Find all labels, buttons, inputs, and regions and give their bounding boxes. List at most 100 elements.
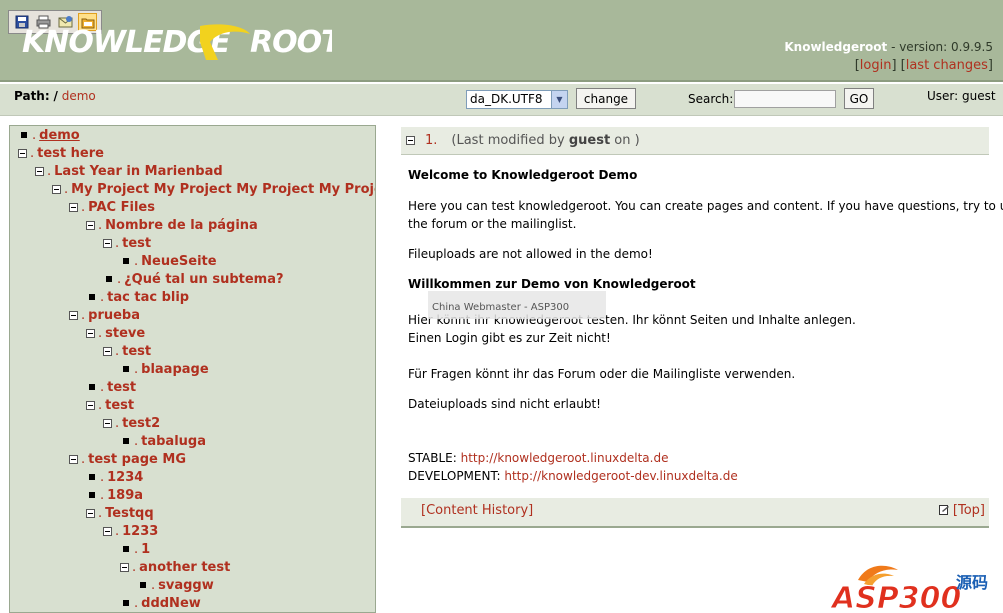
tree-item-label[interactable]: 1234 [107,470,143,485]
tree-item[interactable]: . another test [120,558,230,576]
content-history-link[interactable]: [Content History] [421,503,533,518]
tree-item-label[interactable]: another test [139,560,230,575]
stable-line: STABLE: http://knowledgeroot.linuxdelta.… [408,451,669,465]
stable-url-link[interactable]: http://knowledgeroot.linuxdelta.de [461,451,669,465]
collapse-icon[interactable] [103,526,112,536]
collapse-icon[interactable] [103,418,112,428]
version-text: - version: 0.9.9.5 [887,40,993,54]
tree-item[interactable]: . prueba [69,306,140,324]
tree-item-label[interactable]: Last Year in Marienbad [54,164,223,179]
collapse-icon[interactable] [69,202,78,212]
tree-item-label[interactable]: test [107,380,136,395]
collapse-icon[interactable] [86,220,95,230]
tree-item-label[interactable]: blaapage [141,362,209,377]
collapse-icon[interactable] [406,136,415,145]
auth-links: [login] [last changes] [854,58,993,73]
bullet-icon [120,366,131,372]
collapse-icon[interactable] [103,346,112,356]
bullet-icon [86,294,97,300]
tree-item[interactable]: . 1234 [86,468,143,486]
edit-icon[interactable] [938,505,950,516]
tree-item[interactable]: . test here [18,144,104,162]
german-text: Für Fragen könnt ihr das Forum oder die … [408,367,796,381]
tree-item[interactable]: . blaapage [120,360,209,378]
tree-item-label[interactable]: Nombre de la página [105,218,258,233]
tree-item[interactable]: . NeueSeite [120,252,217,270]
tree-item[interactable]: . ¿Qué tal un subtema? [103,270,284,288]
collapse-icon[interactable] [103,238,112,248]
tree-item[interactable]: . Testqq [86,504,154,522]
login-link[interactable]: login [860,58,892,73]
tree-item-label[interactable]: test [122,344,151,359]
welcome-text: Here you can test knowledgeroot. You can… [408,199,1003,213]
tree-item-label[interactable]: dddNew [141,596,201,611]
collapse-icon[interactable] [18,148,27,158]
tree-item[interactable]: . test [103,342,151,360]
collapse-icon[interactable] [69,310,78,320]
tree-item[interactable]: . PAC Files [69,198,155,216]
go-button[interactable]: GO [844,88,874,109]
welcome-heading: Welcome to Knowledgeroot Demo [408,168,638,182]
last-changes-link[interactable]: last changes [906,58,988,73]
tree-item-label[interactable]: test page MG [88,452,186,467]
path-label: Path: [14,89,50,103]
collapse-icon[interactable] [52,184,61,194]
tree-item[interactable]: . Last Year in Marienbad [35,162,223,180]
collapse-icon[interactable] [120,562,129,572]
collapse-icon[interactable] [86,328,95,338]
tree-item[interactable]: . 1233 [103,522,158,540]
tree-item-label[interactable]: Testqq [105,506,154,521]
tree-item[interactable]: . svaggw [137,576,214,594]
bullet-icon [86,492,97,498]
development-url-link[interactable]: http://knowledgeroot-dev.linuxdelta.de [504,469,737,483]
breadcrumb: Path: / demo [14,89,96,103]
tree-item-label[interactable]: tac tac blip [107,290,189,305]
bullet-icon [120,546,131,552]
collapse-icon[interactable] [86,508,95,518]
tree-item[interactable]: . test [86,378,136,396]
tree-item[interactable]: . test [103,234,151,252]
tree-item[interactable]: . 189a [86,486,143,504]
tree-item[interactable]: . test [86,396,134,414]
collapse-icon[interactable] [69,454,78,464]
tree-item[interactable]: . demo [18,126,80,144]
search-input[interactable] [734,90,836,108]
search-label: Search: [688,92,734,106]
tree-item-label[interactable]: svaggw [158,578,214,593]
svg-text:KNOWLEDGE: KNOWLEDGE [22,25,231,60]
tree-item-label[interactable]: 189a [107,488,143,503]
tree-item-label[interactable]: demo [39,128,80,143]
tree-item[interactable]: . tac tac blip [86,288,189,306]
tree-item-label[interactable]: NeueSeite [141,254,216,269]
change-button[interactable]: change [576,88,636,109]
tree-item-label[interactable]: test2 [122,416,160,431]
breadcrumb-demo-link[interactable]: demo [62,89,96,103]
tree-item[interactable]: . Nombre de la página [86,216,258,234]
tree-item-label[interactable]: test here [37,146,104,161]
tree-item-label[interactable]: test [122,236,151,251]
tree-item[interactable]: .1 [120,540,150,558]
locale-value: da_DK.UTF8 [470,92,543,106]
tree-item-label[interactable]: 1233 [122,524,158,539]
tree-item[interactable]: . dddNew [120,594,201,612]
tree-item[interactable]: . steve [86,324,145,342]
collapse-icon[interactable] [86,400,95,410]
tree-item[interactable]: . My Project My Project My Project My Pro… [52,180,375,198]
locale-select[interactable]: da_DK.UTF8 ▼ [466,90,568,109]
tree-item-label[interactable]: My Project My Project My Project My Proj… [71,182,375,197]
tree-item-label[interactable]: ¿Qué tal un subtema? [124,272,283,287]
svg-text:源码: 源码 [956,573,988,592]
tree-item-label[interactable]: PAC Files [88,200,155,215]
tree-item[interactable]: . tabaluga [120,432,206,450]
tree-item-label[interactable]: steve [105,326,145,341]
tree-item-label[interactable]: 1 [141,542,150,557]
top-link[interactable]: [Top] [953,503,985,518]
tree-item[interactable]: . test page MG [69,450,186,468]
knowledgeroot-logo[interactable]: KNOWLEDGE ROOT [22,20,345,72]
tree-item[interactable]: . test2 [103,414,160,432]
collapse-icon[interactable] [35,166,44,176]
chevron-down-icon[interactable]: ▼ [551,91,567,108]
tree-item-label[interactable]: prueba [88,308,140,323]
tree-item-label[interactable]: test [105,398,134,413]
tree-item-label[interactable]: tabaluga [141,434,206,449]
